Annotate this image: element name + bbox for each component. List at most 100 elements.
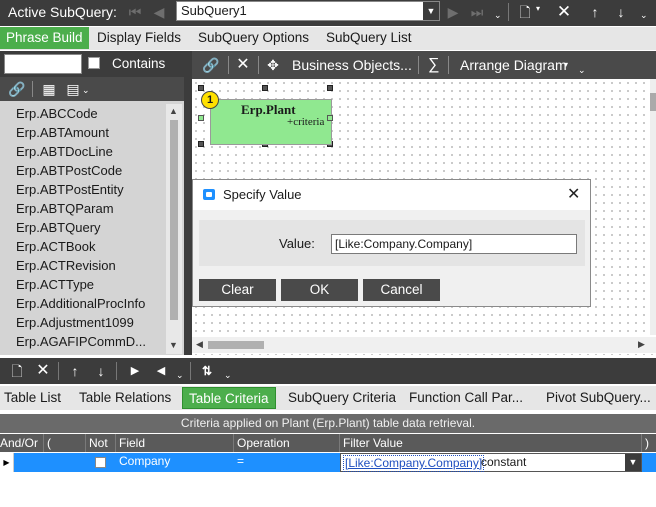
list-item[interactable]: Erp.ACTType [0,275,166,294]
remove-icon[interactable]: ✕ [232,53,254,77]
resize-handle[interactable] [327,85,333,91]
move-up-icon[interactable]: ↑ [64,359,86,383]
tab-subquery-options[interactable]: SubQuery Options [198,27,309,49]
scroll-right-icon[interactable]: ▶ [638,339,645,350]
row-operation[interactable]: = [237,453,244,470]
link-icon[interactable]: 🔗 [200,53,222,77]
ok-button[interactable]: OK [281,279,358,301]
tab-subquery-criteria[interactable]: SubQuery Criteria [288,387,396,409]
scroll-up-icon[interactable]: ▲ [169,106,178,116]
delete-icon[interactable]: ✕ [32,359,54,383]
filter-value-link[interactable]: [Like:Company.Company] [343,455,485,472]
tab-display-fields[interactable]: Display Fields [97,27,181,49]
outdent-icon[interactable]: ◀ [150,359,172,383]
chevron-down-icon[interactable]: ▼ [625,454,641,471]
search-bar: Contains [0,51,184,77]
new-icon[interactable]: 🗋 [6,359,28,383]
col-field[interactable]: Field [116,434,234,452]
table-list-panel: Contains 🔗 ▦ ▤ ⌄ Erp.ABCCode Erp.ABTAmou… [0,51,184,355]
list-item[interactable]: Erp.AGAFIPCommD... [0,332,166,351]
resize-handle[interactable] [198,141,204,147]
clear-button[interactable]: Clear [199,279,276,301]
link-icon[interactable]: 🔗 [6,77,28,101]
value-input[interactable]: [Like:Company.Company] [331,234,577,254]
prev-icon[interactable]: ◀ [148,0,170,24]
col-not[interactable]: Not [86,434,116,452]
canvas-hscroll[interactable]: ◀ ▶ [192,337,656,353]
move-icon[interactable]: ✥ [262,53,284,77]
delete-icon[interactable]: ✕ [552,0,576,24]
list-item[interactable]: Erp.ABTQuery [0,218,166,237]
list-toolbar: 🔗 ▦ ▤ ⌄ [0,77,184,101]
connector-handle[interactable] [327,115,333,121]
tab-table-criteria[interactable]: Table Criteria [182,387,276,409]
close-icon[interactable]: ✕ [567,180,580,210]
criteria-info-text: Criteria applied on Plant (Erp.Plant) ta… [180,416,476,430]
arrange-dropdown-icon[interactable]: ▾ [564,60,568,69]
col-close-paren[interactable]: ) [642,434,656,452]
table-icon[interactable]: ▦ [38,77,60,101]
resize-handle[interactable] [262,85,268,91]
col-and-or[interactable]: And/Or [0,434,44,452]
list-item[interactable]: Erp.ABTAmount [0,123,166,142]
last-icon[interactable]: ⏭ [466,0,488,24]
list-item[interactable]: Erp.ACTBook [0,237,166,256]
arrange-diagram-button[interactable]: Arrange Diagram [460,51,567,79]
new-icon[interactable]: 🗋 [514,0,536,24]
nav-overflow-icon[interactable]: ⌄ [176,370,184,381]
col-filter-value[interactable]: Filter Value [340,434,642,452]
list-item[interactable]: Erp.ABTPostCode [0,161,166,180]
first-icon[interactable]: ⏮ [124,0,146,24]
move-down-icon[interactable]: ↓ [610,0,632,24]
not-checkbox[interactable] [95,457,106,468]
scroll-down-icon[interactable]: ▼ [169,340,178,350]
subquery-select[interactable]: SubQuery1 ▼ [176,1,440,21]
col-open-paren[interactable]: ( [44,434,86,452]
tab-phrase-build[interactable]: Phrase Build [0,27,89,49]
list-item[interactable]: Erp.ACTRevision [0,256,166,275]
list-item[interactable]: Erp.AdditionalProcInfo [0,294,166,313]
list-item[interactable]: Erp.ABCCode [0,104,166,123]
overflow-chevron-icon[interactable]: ⌄ [494,10,502,21]
list-item[interactable]: Erp.ABTDocLine [0,142,166,161]
toolbar-overflow-icon[interactable]: ⌄ [640,10,648,21]
list-item[interactable]: Erp.ABTPostEntity [0,180,166,199]
hscroll-thumb[interactable] [208,341,264,349]
table-options-icon[interactable]: ▤ [62,77,84,101]
move-down-icon[interactable]: ↓ [90,359,112,383]
diagram-table-node[interactable]: Erp.Plant +criteria [210,99,332,145]
cancel-button[interactable]: Cancel [363,279,440,301]
tab-table-relations[interactable]: Table Relations [79,387,171,409]
search-input[interactable] [4,54,82,74]
chevron-down-icon[interactable]: ▼ [423,2,439,20]
sort-overflow-icon[interactable]: ⌄ [224,370,232,381]
diagram-overflow-icon[interactable]: ⌄ [578,65,586,76]
col-operation[interactable]: Operation [234,434,340,452]
connector-handle[interactable] [198,115,204,121]
tab-table-list[interactable]: Table List [4,387,61,409]
scroll-thumb[interactable] [170,120,178,320]
scroll-left-icon[interactable]: ◀ [196,339,203,350]
tab-pivot-subquery[interactable]: Pivot SubQuery... [546,387,651,409]
resize-handle[interactable] [198,85,204,91]
new-dropdown-icon[interactable]: ▾ [536,4,540,13]
filter-value-editor[interactable]: [Like:Company.Company] constant ▼ [340,453,642,472]
list-item[interactable]: Erp.ABTQParam [0,199,166,218]
row-field[interactable]: Company [119,453,170,470]
move-up-icon[interactable]: ↑ [584,0,606,24]
tab-function-call-parameters[interactable]: Function Call Par... [409,387,523,409]
table-options-chevron-icon[interactable]: ⌄ [82,85,90,96]
list-item[interactable]: Erp.Adjustment1099 [0,313,166,332]
next-icon[interactable]: ▶ [442,0,464,24]
table-row[interactable]: ▶ Company = [Like:Company.Company] const… [0,453,656,472]
canvas-vscroll[interactable] [650,79,656,335]
vertical-splitter[interactable] [184,51,192,355]
indent-icon[interactable]: ▶ [124,359,146,383]
value-group: Value: [Like:Company.Company] [199,220,585,266]
business-objects-button[interactable]: Business Objects... [292,51,412,79]
sort-icon[interactable]: ⇅ [196,359,218,383]
contains-checkbox[interactable] [88,57,100,69]
tab-subquery-list[interactable]: SubQuery List [326,27,412,49]
list-scrollbar[interactable]: ▲ ▼ [166,104,182,354]
sum-icon[interactable]: ∑ [428,51,439,79]
